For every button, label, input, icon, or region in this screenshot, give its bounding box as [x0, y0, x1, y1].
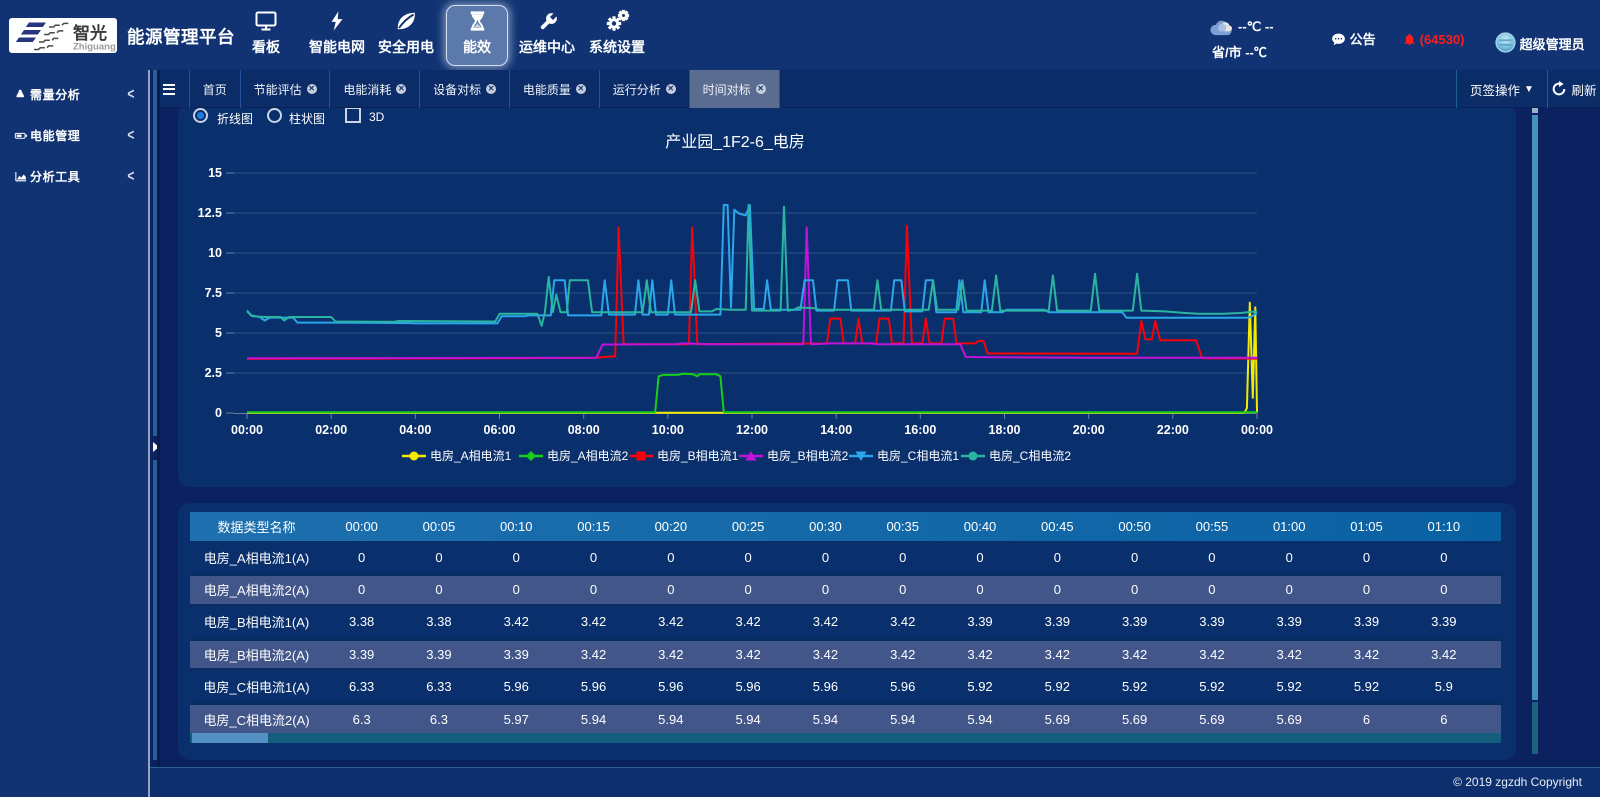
svg-text:02:00: 02:00	[315, 423, 347, 437]
svg-text:04:00: 04:00	[399, 423, 431, 437]
svg-text:12:00: 12:00	[736, 423, 768, 437]
svg-text:00:00: 00:00	[231, 423, 263, 437]
svg-text:7.5: 7.5	[205, 286, 222, 300]
svg-text:Zhiguang: Zhiguang	[73, 42, 116, 53]
svg-text:2.5: 2.5	[205, 366, 222, 380]
svg-text:电房_A相电流1: 电房_A相电流1	[430, 448, 512, 463]
svg-text:电房_B相电流1: 电房_B相电流1	[657, 448, 739, 463]
svg-text:电房_B相电流2: 电房_B相电流2	[767, 448, 849, 463]
svg-text:5: 5	[215, 326, 222, 340]
svg-text:18:00: 18:00	[989, 423, 1021, 437]
svg-text:12.5: 12.5	[198, 206, 222, 220]
svg-text:08:00: 08:00	[568, 423, 600, 437]
svg-text:10: 10	[208, 246, 222, 260]
svg-text:10:00: 10:00	[652, 423, 684, 437]
svg-text:22:00: 22:00	[1157, 423, 1189, 437]
svg-text:0: 0	[215, 406, 222, 420]
svg-text:产业园_1F2-6_电房: 产业园_1F2-6_电房	[665, 133, 805, 151]
svg-text:电房_C相电流2: 电房_C相电流2	[989, 448, 1071, 463]
svg-text:电房_C相电流1: 电房_C相电流1	[877, 448, 959, 463]
svg-text:06:00: 06:00	[484, 423, 516, 437]
svg-text:15: 15	[208, 166, 222, 180]
svg-text:20:00: 20:00	[1073, 423, 1105, 437]
svg-text:16:00: 16:00	[904, 423, 936, 437]
svg-text:智光: 智光	[73, 23, 107, 43]
svg-text:14:00: 14:00	[820, 423, 852, 437]
svg-text:00:00: 00:00	[1241, 423, 1273, 437]
svg-text:电房_A相电流2: 电房_A相电流2	[547, 448, 629, 463]
